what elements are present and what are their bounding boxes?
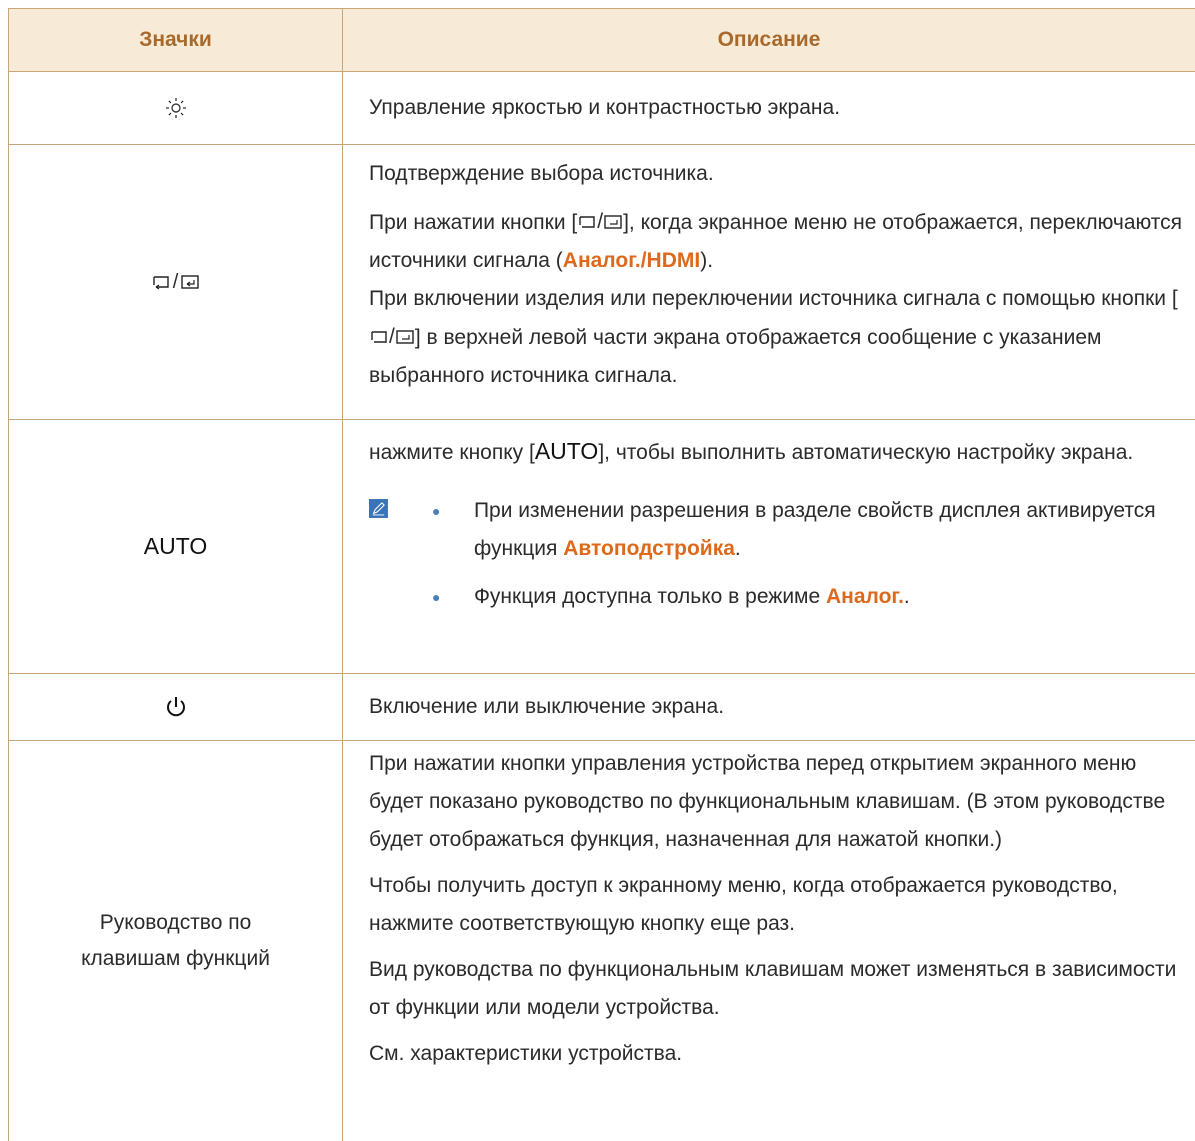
guide-label: Руководство по клавишам функций [81, 911, 270, 970]
table-header: Значки Описание [8, 8, 1195, 72]
source-text-2: При нажатии кнопки [/], когда экранное м… [369, 203, 1187, 280]
icons-table: Значки Описание Управление яркостью и ко… [8, 8, 1195, 1141]
source-enter-icon: / [369, 318, 415, 356]
brightness-description: Управление яркостью и контрастностью экр… [369, 96, 841, 119]
table-row-brightness: Управление яркостью и контрастностью экр… [8, 72, 1195, 145]
table-row-auto: AUTO нажмите кнопку [AUTO], чтобы выполн… [8, 420, 1195, 674]
guide-text-4: См. характеристики устройства. [369, 1042, 683, 1065]
auto-label: AUTO [143, 533, 208, 559]
header-description: Описание [717, 28, 821, 51]
table-row-power: Включение или выключение экрана. [8, 674, 1195, 741]
sun-icon [165, 98, 186, 118]
auto-note: ● При изменении разрешения в разделе сво… [369, 492, 1187, 616]
source-enter-icon: / [151, 271, 201, 294]
auto-bullet-2: ● Функция доступна только в режиме Анало… [431, 585, 910, 608]
table-row-guide: Руководство по клавишам функций При нажа… [8, 741, 1195, 1141]
auto-text-1: нажмите кнопку [AUTO], чтобы выполнить а… [369, 438, 1134, 464]
source-enter-icon: / [577, 203, 623, 241]
power-description: Включение или выключение экрана. [369, 695, 725, 718]
source-text-3: При включении изделия или переключении и… [369, 287, 1178, 387]
source-text-1: Подтверждение выбора источника. [369, 162, 714, 185]
note-pencil-icon [369, 499, 388, 518]
auto-bullet-1: ● При изменении разрешения в разделе сво… [431, 499, 1156, 560]
header-icons: Значки [8, 9, 343, 71]
guide-text-3: Вид руководства по функциональным клавиш… [369, 958, 1177, 1019]
table-row-source: / Подтверждение выбора источника. При на… [8, 145, 1195, 420]
guide-text-1: При нажатии кнопки управления устройства… [369, 752, 1166, 851]
guide-text-2: Чтобы получить доступ к экранному меню, … [369, 874, 1118, 935]
power-icon [166, 697, 185, 717]
